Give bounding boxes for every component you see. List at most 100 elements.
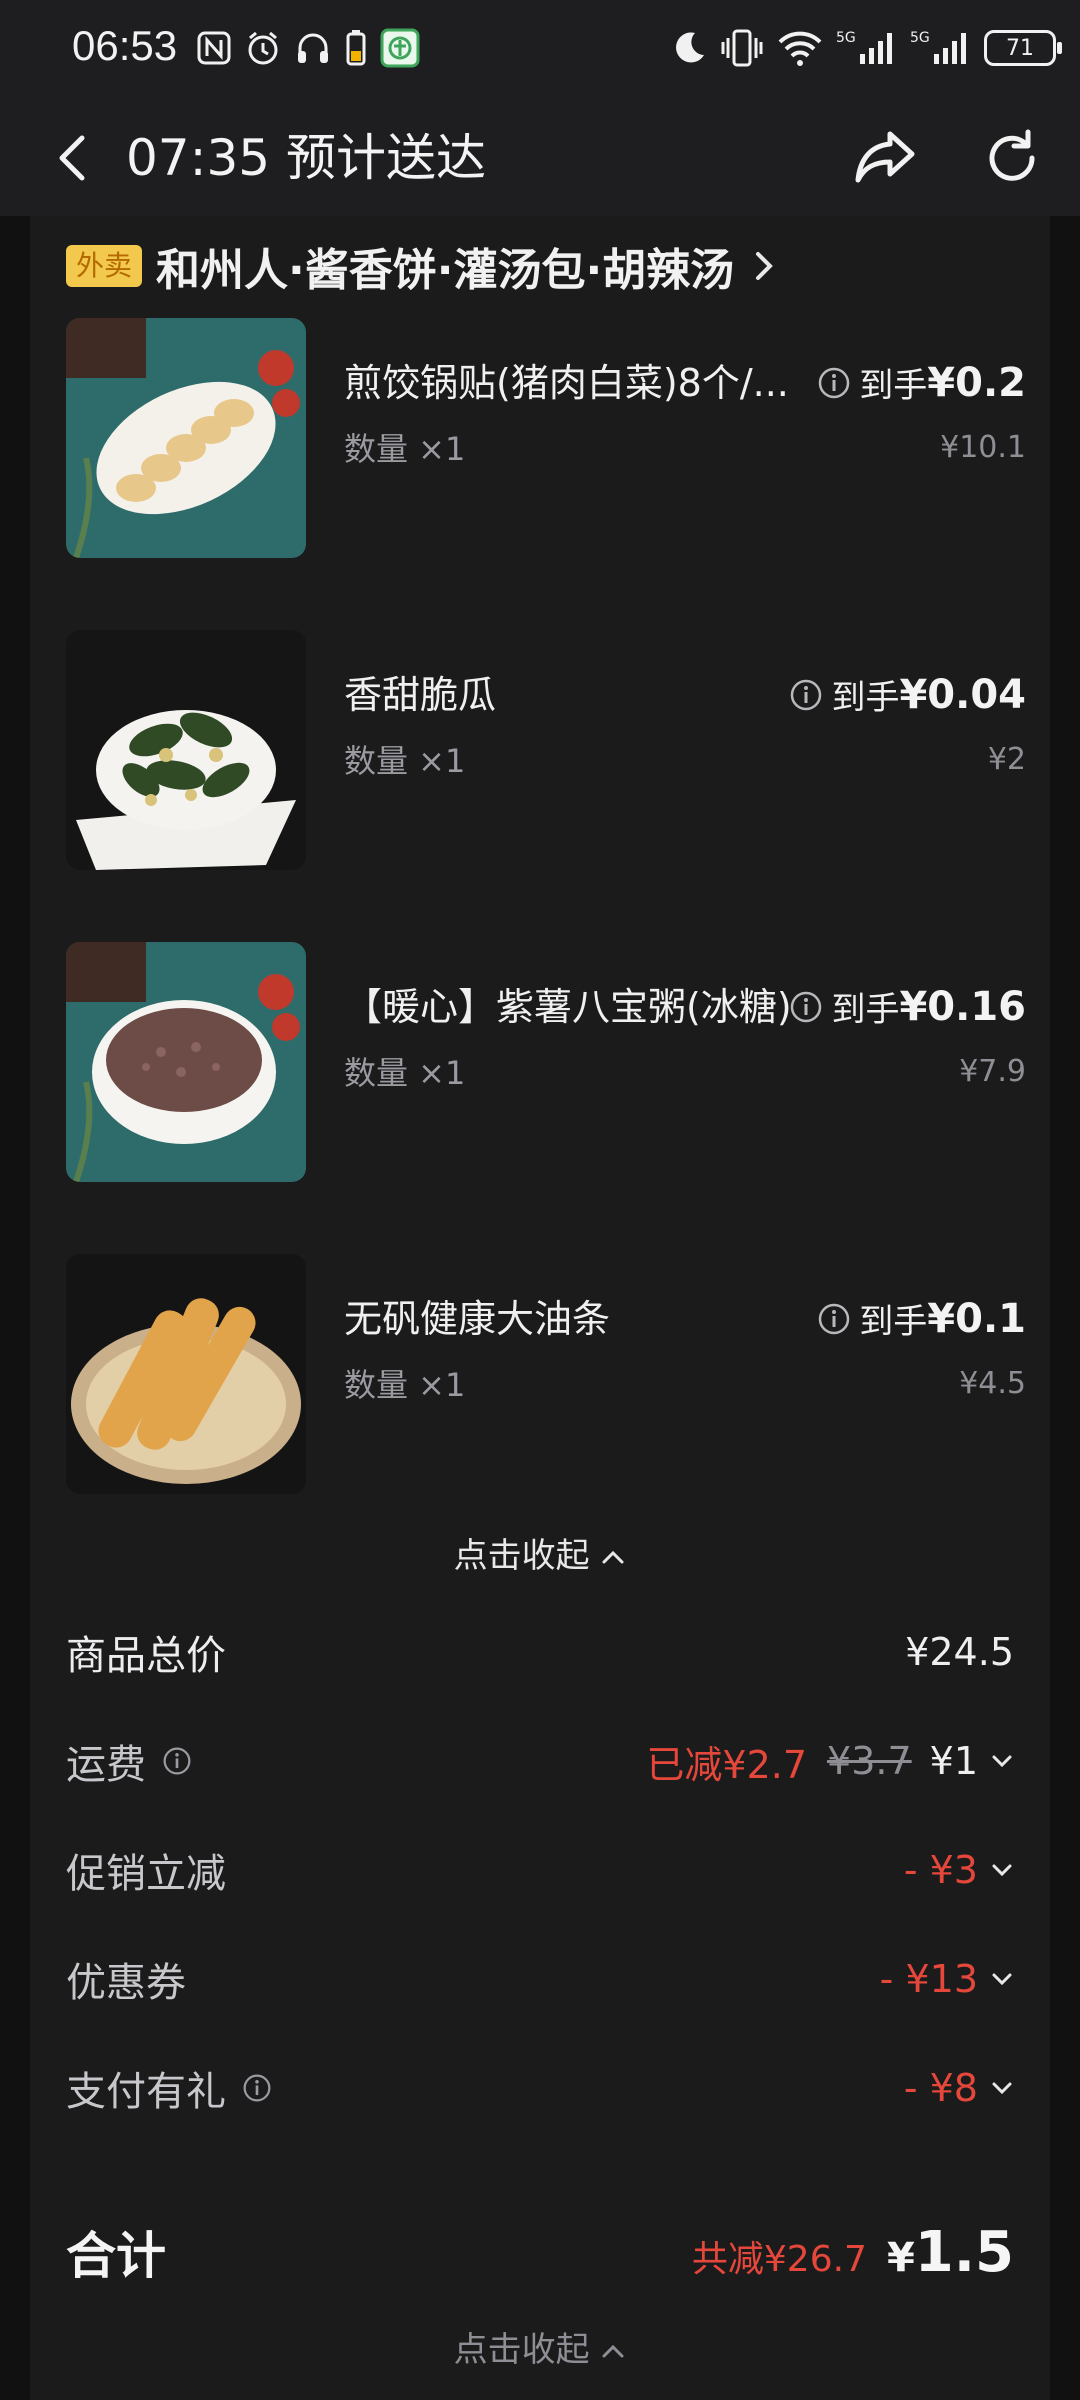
product-item[interactable]: 无矾健康大油条 数量 ×1 到手 ¥0.1 ¥4.5 (66, 1254, 1026, 1494)
in-hand-label: 到手 (859, 1302, 928, 1342)
headphones-icon (294, 28, 332, 68)
status-time: 06:53 (72, 22, 178, 69)
share-button[interactable] (850, 122, 920, 192)
product-item[interactable]: 香甜脆瓜 数量 ×1 到手 ¥0.04 ¥2 (66, 630, 1026, 870)
store-name: 和州人·酱香饼·灌汤包·胡辣汤 (156, 245, 735, 296)
product-quantity: 数量 ×1 (344, 430, 466, 468)
goods-total-value: ¥24.5 (905, 1630, 1014, 1674)
in-hand-label: 到手 (859, 366, 928, 406)
delivery-original-price: ¥3.7 (827, 1739, 912, 1783)
total-reduced: 共减¥26.7 (691, 2238, 867, 2280)
payment-gift-value: - ¥8 (903, 2066, 978, 2110)
product-name: 【暖心】紫薯八宝粥(冰糖) (344, 985, 792, 1029)
coupon-value: - ¥13 (879, 1957, 978, 2001)
in-hand-price: ¥0.16 (899, 983, 1026, 1030)
store-row[interactable]: 外卖 和州人·酱香饼·灌汤包·胡辣汤 (66, 226, 776, 306)
share-icon (855, 131, 915, 183)
original-price: ¥4.5 (959, 1366, 1026, 1401)
product-quantity: 数量 ×1 (344, 1366, 466, 1404)
payment-gift-row[interactable]: 支付有礼 - ¥8 (66, 2058, 1014, 2118)
product-item[interactable]: 煎饺锅贴(猪肉白菜)8个/... 数量 ×1 到手 ¥0.2 ¥10.1 (66, 318, 1026, 558)
info-icon[interactable] (817, 1302, 851, 1336)
total-currency: ¥ (886, 2234, 915, 2281)
product-price-row: 到手 ¥0.16 (789, 982, 1026, 1031)
product-price-row: 到手 ¥0.04 (789, 670, 1026, 719)
vibrate-icon (720, 28, 764, 68)
promo-discount-values: - ¥3 (904, 1848, 1014, 1892)
collapse-summary-link[interactable]: 点击收起 (30, 2322, 1050, 2371)
battery-indicator: 71 (984, 30, 1062, 66)
delivery-fee-label: 运费 (66, 1742, 146, 1788)
delivery-fee-row[interactable]: 运费 已减¥2.7 ¥3.7 ¥1 (66, 1731, 1014, 1791)
product-name: 煎饺锅贴(猪肉白菜)8个/... (344, 361, 789, 405)
collapse-products-link[interactable]: 点击收起 (30, 1528, 1050, 1577)
in-hand-label: 到手 (831, 678, 900, 718)
goods-total-label: 商品总价 (66, 1633, 226, 1679)
product-image-dumplings (66, 318, 306, 558)
nfc-icon (196, 28, 232, 68)
coupon-row[interactable]: 优惠券 - ¥13 (66, 1949, 1014, 2009)
product-item[interactable]: 【暖心】紫薯八宝粥(冰糖) 数量 ×1 到手 ¥0.16 ¥7.9 (66, 942, 1026, 1182)
in-hand-label: 到手 (831, 990, 900, 1030)
status-left-icons (196, 28, 420, 68)
chevron-left-icon (59, 135, 85, 181)
svg-text:5G: 5G (910, 30, 930, 46)
payment-gift-label: 支付有礼 (66, 2069, 226, 2115)
back-button[interactable] (44, 128, 104, 188)
collapse-label: 点击收起 (453, 1536, 590, 1576)
in-hand-price: ¥0.2 (927, 359, 1026, 406)
in-hand-price: ¥0.04 (899, 671, 1026, 718)
product-quantity: 数量 ×1 (344, 742, 466, 780)
product-image-cucumber (66, 630, 306, 870)
promo-discount-row[interactable]: 促销立减 - ¥3 (66, 1840, 1014, 1900)
delivery-fee-value: ¥1 (929, 1739, 978, 1783)
page-title: 07:35 预计送达 (126, 129, 486, 187)
battery-level: 71 (1006, 35, 1034, 61)
chevron-down-icon (992, 1755, 1012, 1768)
total-row: 合计 共减¥26.7 ¥ 1.5 (66, 2212, 1014, 2292)
product-image-youtiao (66, 1254, 306, 1494)
chevron-up-icon (602, 1550, 624, 1564)
app-notification-icon (380, 28, 420, 68)
product-image-porridge (66, 942, 306, 1182)
coupon-label: 优惠券 (66, 1960, 186, 2006)
info-icon[interactable] (789, 990, 823, 1024)
refresh-icon (989, 129, 1035, 181)
original-price: ¥7.9 (959, 1054, 1026, 1089)
moon-icon (670, 29, 708, 67)
status-right-icons: 5G 5G 71 (670, 28, 1062, 68)
collapse-label: 点击收起 (453, 2330, 590, 2370)
info-icon[interactable] (162, 1746, 192, 1776)
status-bar: 06:53 5G 5G 71 (0, 0, 1080, 100)
product-price-row: 到手 ¥0.1 (817, 1294, 1026, 1343)
original-price: ¥10.1 (940, 430, 1026, 465)
signal-5g-icon: 5G (910, 28, 972, 68)
payment-gift-label-group: 支付有礼 (66, 2059, 272, 2117)
payment-gift-values: - ¥8 (904, 2066, 1014, 2110)
info-icon[interactable] (817, 366, 851, 400)
original-price: ¥2 (987, 742, 1026, 777)
refresh-button[interactable] (978, 124, 1046, 192)
chevron-down-icon (992, 2082, 1012, 2095)
chevron-up-icon (602, 2344, 624, 2358)
delivery-reduced: 已减¥2.7 (646, 1742, 808, 1787)
promo-discount-value: - ¥3 (903, 1848, 978, 1892)
order-card: 外卖 和州人·酱香饼·灌汤包·胡辣汤 煎饺锅贴(猪肉白菜)8个/... 数量 ×… (30, 216, 1050, 2400)
app-header: 07:35 预计送达 (0, 100, 1080, 216)
coupon-values: - ¥13 (880, 1957, 1014, 2001)
info-icon[interactable] (789, 678, 823, 712)
svg-text:5G: 5G (836, 30, 856, 46)
total-amount: 1.5 (914, 2219, 1014, 2285)
total-values: 共减¥26.7 ¥ 1.5 (692, 2220, 1014, 2285)
delivery-fee-values: 已减¥2.7 ¥3.7 ¥1 (646, 1734, 1014, 1789)
product-name: 香甜脆瓜 (344, 673, 497, 717)
product-quantity: 数量 ×1 (344, 1054, 466, 1092)
alarm-icon (244, 28, 282, 68)
product-name: 无矾健康大油条 (344, 1297, 611, 1341)
in-hand-price: ¥0.1 (927, 1295, 1026, 1342)
signal-5g-icon: 5G (836, 28, 898, 68)
promo-discount-label: 促销立减 (66, 1851, 226, 1897)
battery-small-icon (344, 28, 368, 68)
chevron-right-icon (756, 252, 774, 280)
info-icon[interactable] (242, 2073, 272, 2103)
